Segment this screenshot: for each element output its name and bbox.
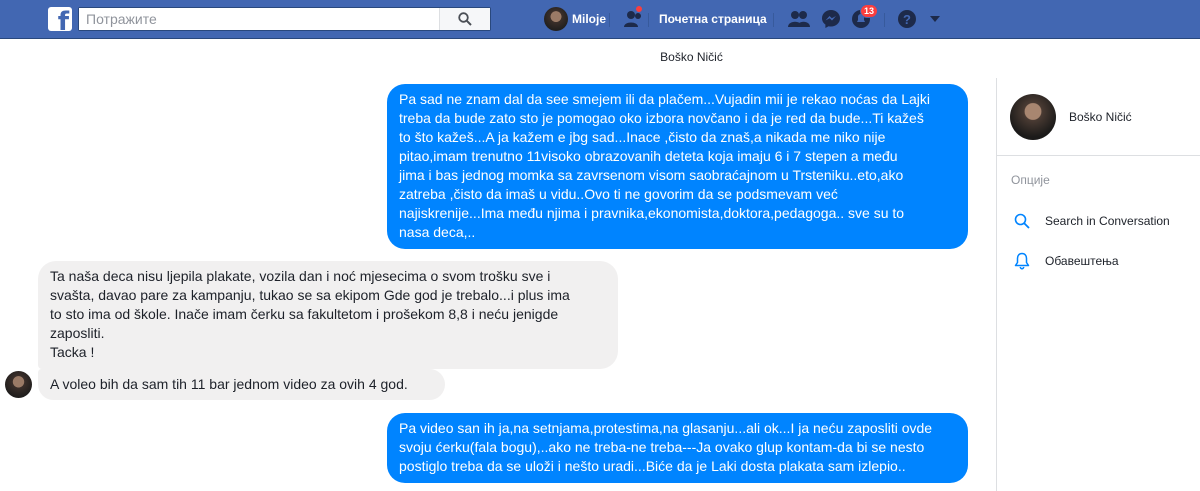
message-line: jima i bas jednog momka sa zavrsenom vis… bbox=[399, 167, 904, 183]
message-line: A voleo bih da sam tih 11 bar jednom vid… bbox=[50, 376, 408, 392]
bell-icon bbox=[1014, 252, 1030, 270]
top-navigation-bar: f Miloje Почетна страница 1 bbox=[0, 0, 1200, 39]
contact-avatar[interactable] bbox=[5, 371, 32, 398]
conversation-info-panel: Boško Ničić Опције Search in Conversatio… bbox=[996, 78, 1200, 491]
message-line: to što kažeš...A ja kažem e jbg sad...In… bbox=[399, 129, 886, 145]
avatar bbox=[544, 7, 568, 31]
chevron-down-icon[interactable] bbox=[929, 15, 941, 23]
search-icon bbox=[1014, 213, 1030, 229]
friends-icon[interactable] bbox=[787, 9, 811, 29]
message-bubble-outgoing[interactable]: Pa sad ne znam dal da see smejem ili da … bbox=[387, 84, 968, 249]
friend-requests-indicator bbox=[635, 5, 643, 13]
divider bbox=[997, 155, 1200, 156]
message-line: Pa sad ne znam dal da see smejem ili da … bbox=[399, 91, 930, 107]
search-box bbox=[78, 7, 491, 31]
notifications-label: Обавештења bbox=[1045, 254, 1119, 268]
message-line: zaposliti. bbox=[50, 325, 105, 341]
notification-count-badge: 13 bbox=[860, 4, 879, 18]
message-line: treba da bude zato sto je pomogao oko iz… bbox=[399, 110, 924, 126]
message-line: najiskrenije...Ima među njima i pravnika… bbox=[399, 205, 905, 221]
message-line: pitao,imam trenutno 11visoko obrazovanih… bbox=[399, 148, 898, 164]
message-bubble-outgoing[interactable]: Pa video san ih ja,na setnjama,protestim… bbox=[387, 413, 968, 483]
divider bbox=[773, 13, 774, 27]
help-icon[interactable]: ? bbox=[897, 9, 917, 29]
search-in-conversation-label: Search in Conversation bbox=[1045, 214, 1170, 228]
message-line: Pa video san ih ja,na setnjama,protestim… bbox=[399, 420, 933, 436]
notifications-settings-button[interactable]: Обавештења bbox=[1011, 251, 1119, 271]
home-link[interactable]: Почетна страница bbox=[659, 12, 767, 26]
message-line: nasa deca,.. bbox=[399, 224, 476, 240]
message-bubble-incoming[interactable]: Ta naša deca nisu ljepila plakate, vozil… bbox=[38, 261, 618, 369]
messenger-icon[interactable] bbox=[821, 9, 841, 29]
divider bbox=[609, 13, 610, 27]
svg-text:?: ? bbox=[903, 12, 911, 27]
message-line: to sto ima od škole. Inače imam čerku sa… bbox=[50, 306, 559, 322]
message-line: zatreba ,čisto da imaš u vidu..Ovo ti ne… bbox=[399, 186, 838, 202]
divider bbox=[884, 13, 885, 27]
search-input[interactable] bbox=[79, 8, 449, 30]
conversation-title: Boško Ničić bbox=[660, 50, 723, 64]
divider bbox=[648, 13, 649, 27]
profile-name: Miloje bbox=[572, 12, 607, 26]
facebook-logo-icon[interactable]: f bbox=[48, 7, 72, 31]
options-heading: Опције bbox=[1011, 173, 1050, 187]
message-line: postiglo treba da se uloži i nešto uradi… bbox=[399, 458, 906, 474]
contact-name[interactable]: Boško Ničić bbox=[1069, 110, 1132, 124]
search-icon bbox=[458, 12, 472, 26]
contact-avatar-large[interactable] bbox=[1010, 94, 1056, 140]
message-line: svašta, davao pare za kampanju, tukao se… bbox=[50, 287, 570, 303]
message-line: Tacka ! bbox=[50, 344, 95, 360]
profile-link[interactable]: Miloje bbox=[544, 7, 606, 31]
search-button[interactable] bbox=[439, 8, 490, 30]
search-in-conversation-button[interactable]: Search in Conversation bbox=[1011, 211, 1170, 231]
message-line: Ta naša deca nisu ljepila plakate, vozil… bbox=[50, 268, 551, 284]
message-line: svoju ćerku(fala bogu),..ako ne treba-ne… bbox=[399, 439, 925, 455]
message-bubble-incoming[interactable]: A voleo bih da sam tih 11 bar jednom vid… bbox=[38, 369, 445, 400]
